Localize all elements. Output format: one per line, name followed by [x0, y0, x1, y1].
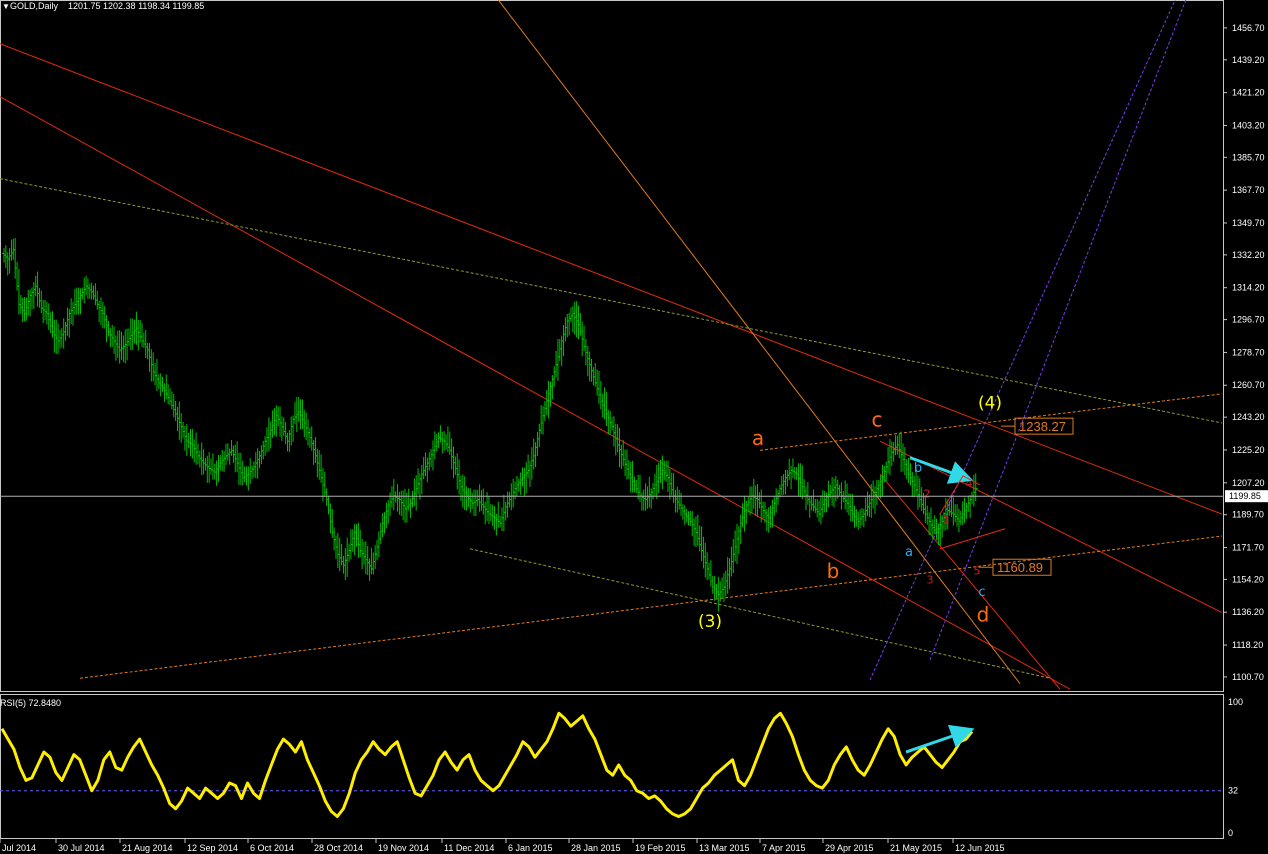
- price-tick-label: 1403.20: [1232, 120, 1265, 130]
- time-tick-label: 19 Feb 2015: [635, 843, 686, 853]
- time-tick-label: 21 May 2015: [890, 843, 942, 853]
- wave-label: c: [872, 408, 883, 432]
- rsi-tick-label: 0: [1228, 828, 1233, 838]
- annotation-layer: 1238.271160.89(4)(3)abcdbac21345: [698, 393, 1074, 632]
- trendline-purple-fib-2: [929, 0, 1187, 661]
- wave-label: (3): [698, 612, 722, 632]
- trendline-orange-steep-down: [497, 0, 1021, 685]
- wave-sketch-line: [939, 528, 1006, 550]
- price-tick-label: 1332.20: [1232, 250, 1265, 260]
- price-tick-label: 1260.70: [1232, 380, 1265, 390]
- time-tick-label: 13 Mar 2015: [699, 843, 750, 853]
- price-tick-label: 1243.20: [1232, 412, 1265, 422]
- chart-icon: ▼: [2, 2, 10, 11]
- price-tick-label: 1154.20: [1232, 574, 1264, 584]
- time-tick-label: 6 Jan 2015: [508, 843, 553, 853]
- wave-label: 1: [943, 513, 950, 526]
- trendline-purple-fib-1: [869, 0, 1176, 681]
- time-tick-label: 28 Oct 2014: [314, 843, 363, 853]
- symbol-title: GOLD,Daily: [10, 1, 59, 11]
- rsi-axis: 100 32 0: [1228, 697, 1243, 838]
- price-tick-label: 1439.20: [1232, 55, 1265, 65]
- price-tick-label: 1421.20: [1232, 88, 1265, 98]
- rsi-title: RSI(5) 72.8480: [0, 698, 61, 708]
- wave-label: 3: [927, 573, 934, 586]
- time-tick-label: 12 Sep 2014: [187, 843, 238, 853]
- price-tick-label: 1296.70: [1232, 315, 1265, 325]
- rsi-pane-frame: [0, 694, 1224, 839]
- rsi-tick-label: 100: [1228, 697, 1243, 707]
- price-tick-label: 1207.20: [1232, 478, 1265, 488]
- time-tick-label: 30 Jul 2014: [58, 843, 105, 853]
- time-tick-label: 7 Apr 2015: [762, 843, 806, 853]
- ohlc-values: 1201.75 1202.38 1198.34 1199.85: [68, 1, 204, 11]
- time-tick-label: 28 Jan 2015: [571, 843, 621, 853]
- price-pane-frame: [0, 0, 1224, 692]
- candlestick-series: [2, 237, 978, 612]
- wave-label: a: [905, 545, 913, 560]
- time-tick-label: 19 Nov 2014: [378, 843, 429, 853]
- time-tick-label: 21 Aug 2014: [122, 843, 173, 853]
- time-tick-label: 11 Dec 2014: [444, 843, 494, 853]
- wave-label: 2: [924, 488, 931, 501]
- time-axis: Jul 2014 30 Jul 2014 21 Aug 2014 12 Sep 201…: [0, 838, 1005, 853]
- wave-label: (4): [978, 393, 1002, 413]
- price-tick-label: 1278.70: [1232, 347, 1265, 357]
- gold-daily-chart[interactable]: 1238.271160.89(4)(3)abcdbac21345 1456.70…: [0, 0, 1268, 854]
- rsi-indicator: [0, 711, 1223, 818]
- trendline-upper-red-channel: [0, 43, 1223, 515]
- wave-label: a: [752, 426, 764, 450]
- price-label-text: 1160.89: [997, 560, 1043, 575]
- time-tick-label: 6 Oct 2014: [250, 843, 294, 853]
- price-tick-label: 1385.70: [1232, 152, 1265, 162]
- price-tick-label: 1314.20: [1232, 283, 1265, 293]
- current-price-label: 1199.85: [1229, 491, 1261, 501]
- price-tick-label: 1367.70: [1232, 185, 1265, 195]
- price-tick-label: 1171.70: [1232, 543, 1264, 553]
- rsi-line: [0, 711, 974, 818]
- wave-label: d: [977, 603, 990, 627]
- trendline-green-dotted-bottom: [469, 548, 1051, 679]
- wave-label: b: [914, 461, 922, 476]
- wave-label: c: [978, 585, 985, 600]
- trendline-orange-rising-support: [79, 535, 1223, 679]
- time-tick-label: Jul 2014: [2, 843, 36, 853]
- price-tick-label: 1118.20: [1232, 640, 1263, 650]
- price-tick-label: 1456.70: [1232, 23, 1265, 33]
- time-tick-label: 29 Apr 2015: [825, 843, 874, 853]
- price-tick-label: 1349.70: [1232, 218, 1265, 228]
- price-label-text: 1238.27: [1019, 419, 1066, 434]
- wave-label: b: [827, 559, 840, 583]
- price-tick-label: 1189.70: [1232, 510, 1264, 520]
- price-tick-label: 1100.70: [1232, 672, 1264, 682]
- wave-label: 5: [974, 564, 981, 577]
- time-tick-label: 12 Jun 2015: [955, 843, 1005, 853]
- price-axis: 1456.70 1439.20 1421.20 1403.20 1385.70 1367.…: [1223, 23, 1265, 682]
- price-tick-label: 1225.20: [1232, 445, 1265, 455]
- rsi-tick-label: 32: [1228, 786, 1238, 796]
- trendline-green-dotted-top: [0, 178, 1223, 424]
- price-tick-label: 1136.20: [1232, 607, 1264, 617]
- trendline-layer: [0, 0, 1223, 690]
